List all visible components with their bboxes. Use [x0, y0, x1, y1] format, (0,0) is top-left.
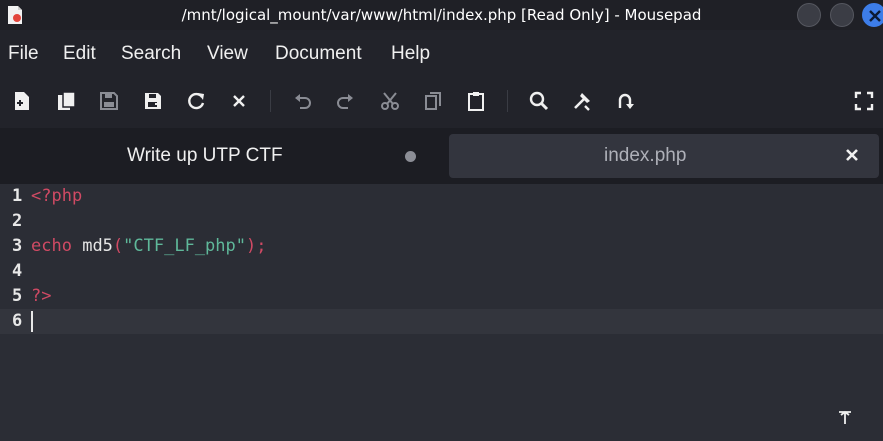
- line-number: 1: [12, 186, 23, 206]
- copy-button[interactable]: [420, 88, 446, 114]
- code-text: ?>: [31, 286, 51, 306]
- title-bar: /mnt/logical_mount/var/www/html/index.ph…: [0, 0, 883, 30]
- find-button[interactable]: [526, 88, 552, 114]
- tab-label: index.php: [604, 145, 687, 166]
- code-line: 2: [0, 209, 883, 234]
- save-as-icon: [145, 93, 161, 109]
- new-document-icon: [15, 92, 29, 110]
- new-window-button[interactable]: [53, 88, 79, 114]
- toolbar-separator: [270, 90, 271, 112]
- fullscreen-button[interactable]: [851, 88, 877, 114]
- code-editor[interactable]: 1 <?php 2 3 echo md5("CTF_LF_php"); 4 5 …: [0, 184, 883, 441]
- save-button[interactable]: [96, 88, 122, 114]
- echo-keyword: echo: [31, 236, 72, 256]
- redo-icon: [337, 94, 353, 109]
- menu-search[interactable]: Search: [121, 43, 181, 65]
- code-text: <?php: [31, 186, 82, 206]
- toolbar-separator: [507, 90, 508, 112]
- mouse-pointer-icon: [839, 410, 851, 424]
- close-icon: [233, 95, 245, 107]
- function-name: md5: [82, 236, 113, 256]
- code-line: 5 ?>: [0, 284, 883, 309]
- cut-button[interactable]: [377, 88, 403, 114]
- find-replace-icon: [574, 93, 590, 111]
- menu-help[interactable]: Help: [391, 43, 430, 65]
- line-number: 2: [12, 211, 23, 231]
- menu-bar: File Edit Search View Document Help: [0, 30, 883, 74]
- line-number: 5: [12, 286, 23, 306]
- window-title: /mnt/logical_mount/var/www/html/index.ph…: [181, 6, 702, 24]
- go-to-button[interactable]: [612, 88, 638, 114]
- line-number: 6: [12, 311, 23, 331]
- menu-view[interactable]: View: [207, 43, 248, 65]
- redo-button[interactable]: [332, 88, 358, 114]
- tab-write-up[interactable]: Write up UTP CTF: [0, 134, 442, 178]
- tab-label: Write up UTP CTF: [127, 145, 283, 166]
- new-document-button[interactable]: [9, 88, 35, 114]
- save-icon: [100, 92, 118, 110]
- maximize-button[interactable]: [830, 3, 854, 27]
- go-to-icon: [618, 93, 634, 109]
- reload-button[interactable]: [183, 88, 209, 114]
- reload-icon: [188, 92, 205, 110]
- open-paren: (: [112, 236, 124, 256]
- close-document-button[interactable]: [226, 88, 252, 114]
- php-open-tag: <?php: [31, 186, 83, 206]
- code-line: 3 echo md5("CTF_LF_php");: [0, 234, 883, 259]
- close-window-button[interactable]: [862, 3, 883, 27]
- find-replace-button[interactable]: [569, 88, 595, 114]
- code-line: 4: [0, 259, 883, 284]
- copy-icon: [425, 92, 441, 110]
- save-as-button[interactable]: [140, 88, 166, 114]
- toolbar: [0, 74, 883, 128]
- tab-bar: Write up UTP CTF index.php: [0, 128, 883, 184]
- line-number: 4: [12, 261, 23, 281]
- tab-close-icon[interactable]: [845, 148, 859, 162]
- paste-icon: [468, 92, 484, 111]
- minimize-button[interactable]: [797, 3, 821, 27]
- string-literal: "CTF_LF_php": [123, 236, 246, 256]
- code-line: 1 <?php: [0, 184, 883, 209]
- menu-document[interactable]: Document: [275, 43, 362, 65]
- tab-index-php[interactable]: index.php: [449, 134, 879, 178]
- modified-indicator-icon: [405, 151, 416, 162]
- current-line: 6: [0, 309, 883, 334]
- new-window-icon: [58, 91, 76, 110]
- close-icon: [869, 10, 881, 22]
- close-paren-semicolon: );: [246, 236, 267, 256]
- undo-button[interactable]: [290, 88, 316, 114]
- cut-icon: [381, 92, 399, 110]
- text-cursor: [31, 311, 33, 332]
- undo-icon: [295, 94, 311, 109]
- find-icon: [529, 91, 549, 111]
- line-number: 3: [12, 236, 23, 256]
- paste-button[interactable]: [463, 88, 489, 114]
- menu-file[interactable]: File: [8, 43, 39, 65]
- fullscreen-icon: [854, 91, 874, 111]
- code-text: echo md5("CTF_LF_php");: [31, 236, 266, 256]
- php-close-tag: ?>: [31, 286, 52, 306]
- menu-edit[interactable]: Edit: [63, 43, 96, 65]
